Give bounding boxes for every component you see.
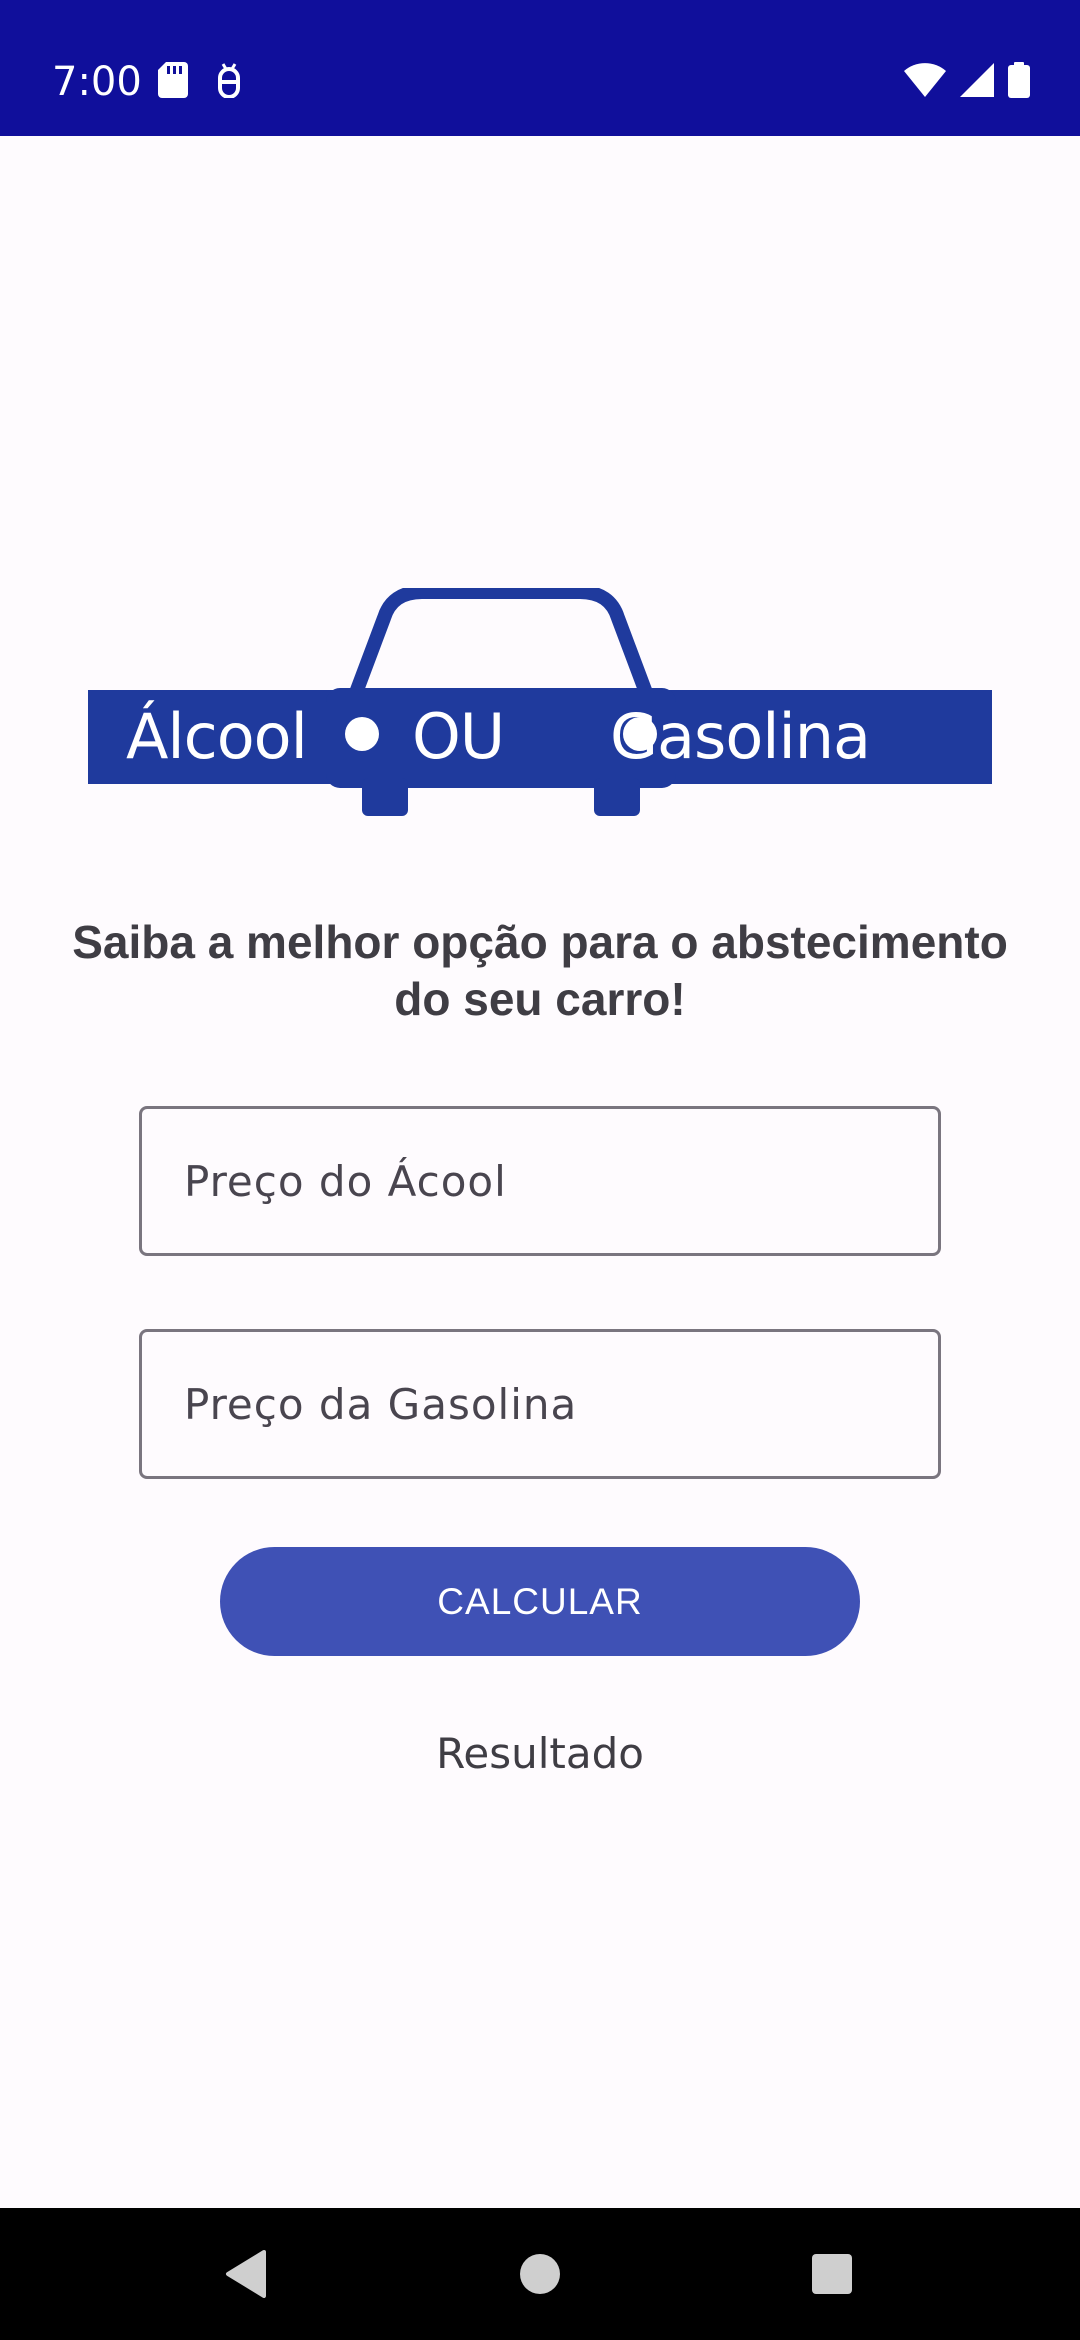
home-button[interactable] — [508, 2242, 572, 2306]
alcool-price-field[interactable] — [139, 1106, 941, 1256]
home-icon — [520, 2254, 560, 2294]
logo-word-ou: OU — [412, 700, 505, 773]
back-icon — [226, 2250, 266, 2298]
recents-icon — [812, 2254, 852, 2294]
back-button[interactable] — [214, 2242, 278, 2306]
gasolina-price-input[interactable] — [142, 1332, 938, 1476]
sd-card-icon — [158, 62, 188, 98]
status-time: 7:00 — [52, 59, 142, 105]
status-bar: 7:00 — [0, 0, 1080, 136]
tagline: Saiba a melhor opção para o abstecimento… — [72, 916, 1008, 1025]
result-text: Resultado — [436, 1729, 644, 1778]
gasolina-price-field[interactable] — [139, 1329, 941, 1479]
battery-icon — [1008, 62, 1030, 98]
app-screen: 7:00 Álcool OU Gasolina Saiba a melhor o… — [0, 0, 1080, 2340]
calculate-button[interactable]: CALCULAR — [220, 1547, 860, 1656]
cell-signal-icon — [960, 63, 994, 97]
alcool-price-input[interactable] — [142, 1109, 938, 1253]
logo-word-alcool: Álcool — [126, 700, 308, 773]
android-debug-icon — [214, 62, 244, 98]
app-logo: Álcool OU Gasolina — [86, 588, 994, 828]
navigation-bar — [0, 2208, 1080, 2340]
status-left-icons — [158, 62, 244, 98]
logo-word-gasolina: Gasolina — [610, 700, 871, 773]
recents-button[interactable] — [800, 2242, 864, 2306]
status-right-icons — [904, 62, 1030, 98]
wifi-icon — [904, 63, 946, 97]
